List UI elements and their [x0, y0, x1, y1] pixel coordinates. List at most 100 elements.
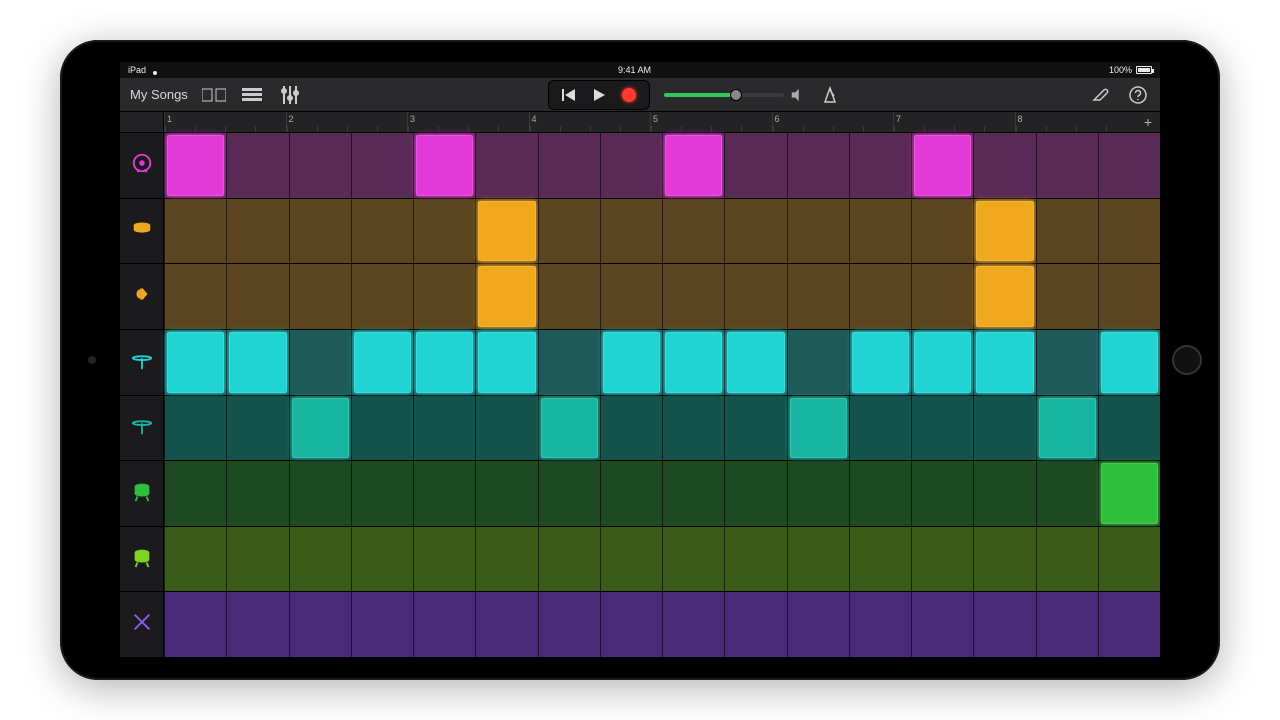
cell[interactable]: [662, 330, 724, 395]
cell[interactable]: [662, 133, 724, 198]
cell[interactable]: [538, 199, 600, 264]
cell[interactable]: [849, 396, 911, 461]
cell[interactable]: [164, 330, 226, 395]
cell[interactable]: [413, 264, 475, 329]
cell[interactable]: [351, 264, 413, 329]
cell[interactable]: [475, 133, 537, 198]
cell[interactable]: [787, 199, 849, 264]
cell[interactable]: [289, 527, 351, 592]
tracks-view-button[interactable]: [240, 83, 264, 107]
cell[interactable]: [973, 396, 1035, 461]
cell[interactable]: [164, 199, 226, 264]
record-button[interactable]: [615, 84, 643, 106]
cell[interactable]: [724, 133, 786, 198]
cell[interactable]: [164, 592, 226, 657]
cell[interactable]: [662, 396, 724, 461]
track-head-tom2[interactable]: [120, 527, 164, 592]
cell[interactable]: [787, 396, 849, 461]
track-head-sticks[interactable]: [120, 592, 164, 657]
cell[interactable]: [787, 461, 849, 526]
cell[interactable]: [413, 592, 475, 657]
cell[interactable]: [1036, 396, 1098, 461]
cell[interactable]: [911, 330, 973, 395]
cell[interactable]: [226, 396, 288, 461]
cell[interactable]: [849, 592, 911, 657]
add-bars-button[interactable]: +: [1136, 112, 1160, 132]
cell[interactable]: [226, 199, 288, 264]
cell[interactable]: [973, 330, 1035, 395]
cell[interactable]: [538, 396, 600, 461]
cell[interactable]: [538, 461, 600, 526]
cell[interactable]: [413, 133, 475, 198]
cell[interactable]: [289, 133, 351, 198]
cell[interactable]: [164, 133, 226, 198]
cell[interactable]: [849, 527, 911, 592]
cell[interactable]: [475, 527, 537, 592]
cell[interactable]: [226, 527, 288, 592]
cell[interactable]: [600, 133, 662, 198]
cell[interactable]: [724, 264, 786, 329]
play-button[interactable]: [585, 84, 613, 106]
cell[interactable]: [1098, 264, 1160, 329]
cell[interactable]: [787, 330, 849, 395]
cell[interactable]: [1036, 264, 1098, 329]
cell[interactable]: [600, 461, 662, 526]
cell[interactable]: [164, 527, 226, 592]
cell[interactable]: [289, 264, 351, 329]
cell[interactable]: [1098, 396, 1160, 461]
cell[interactable]: [289, 592, 351, 657]
cell[interactable]: [911, 592, 973, 657]
cell[interactable]: [413, 527, 475, 592]
cell[interactable]: [351, 199, 413, 264]
track-head-hihat1[interactable]: [120, 330, 164, 395]
cell[interactable]: [1098, 461, 1160, 526]
cell[interactable]: [351, 592, 413, 657]
cell[interactable]: [911, 264, 973, 329]
cell[interactable]: [289, 330, 351, 395]
cell[interactable]: [475, 592, 537, 657]
cell[interactable]: [289, 396, 351, 461]
cell[interactable]: [538, 592, 600, 657]
cell[interactable]: [1098, 199, 1160, 264]
settings-button[interactable]: [1088, 83, 1112, 107]
back-button[interactable]: My Songs: [130, 83, 188, 107]
cell[interactable]: [351, 133, 413, 198]
metronome-button[interactable]: [818, 83, 842, 107]
cell[interactable]: [413, 461, 475, 526]
cell[interactable]: [1098, 592, 1160, 657]
cell[interactable]: [724, 527, 786, 592]
cell[interactable]: [724, 330, 786, 395]
cell[interactable]: [662, 592, 724, 657]
track-head-hihat2[interactable]: [120, 396, 164, 461]
cell[interactable]: [911, 133, 973, 198]
cell[interactable]: [164, 396, 226, 461]
cell[interactable]: [226, 592, 288, 657]
cell[interactable]: [538, 330, 600, 395]
cell[interactable]: [600, 592, 662, 657]
cell[interactable]: [413, 199, 475, 264]
cell[interactable]: [475, 264, 537, 329]
cell[interactable]: [1036, 461, 1098, 526]
cell[interactable]: [600, 199, 662, 264]
volume-slider[interactable]: [664, 88, 804, 102]
cell[interactable]: [1036, 527, 1098, 592]
cell[interactable]: [600, 330, 662, 395]
cell[interactable]: [973, 199, 1035, 264]
cell[interactable]: [226, 133, 288, 198]
cell[interactable]: [787, 264, 849, 329]
cell[interactable]: [662, 199, 724, 264]
cell[interactable]: [413, 396, 475, 461]
cell[interactable]: [475, 199, 537, 264]
cell[interactable]: [600, 527, 662, 592]
cell[interactable]: [289, 199, 351, 264]
cell[interactable]: [351, 396, 413, 461]
cell[interactable]: [911, 527, 973, 592]
cell[interactable]: [164, 264, 226, 329]
cell[interactable]: [787, 133, 849, 198]
cell[interactable]: [538, 133, 600, 198]
cell[interactable]: [911, 461, 973, 526]
cell[interactable]: [600, 264, 662, 329]
cell[interactable]: [226, 461, 288, 526]
timeline-ruler[interactable]: 12345678: [164, 112, 1136, 132]
cell[interactable]: [787, 527, 849, 592]
